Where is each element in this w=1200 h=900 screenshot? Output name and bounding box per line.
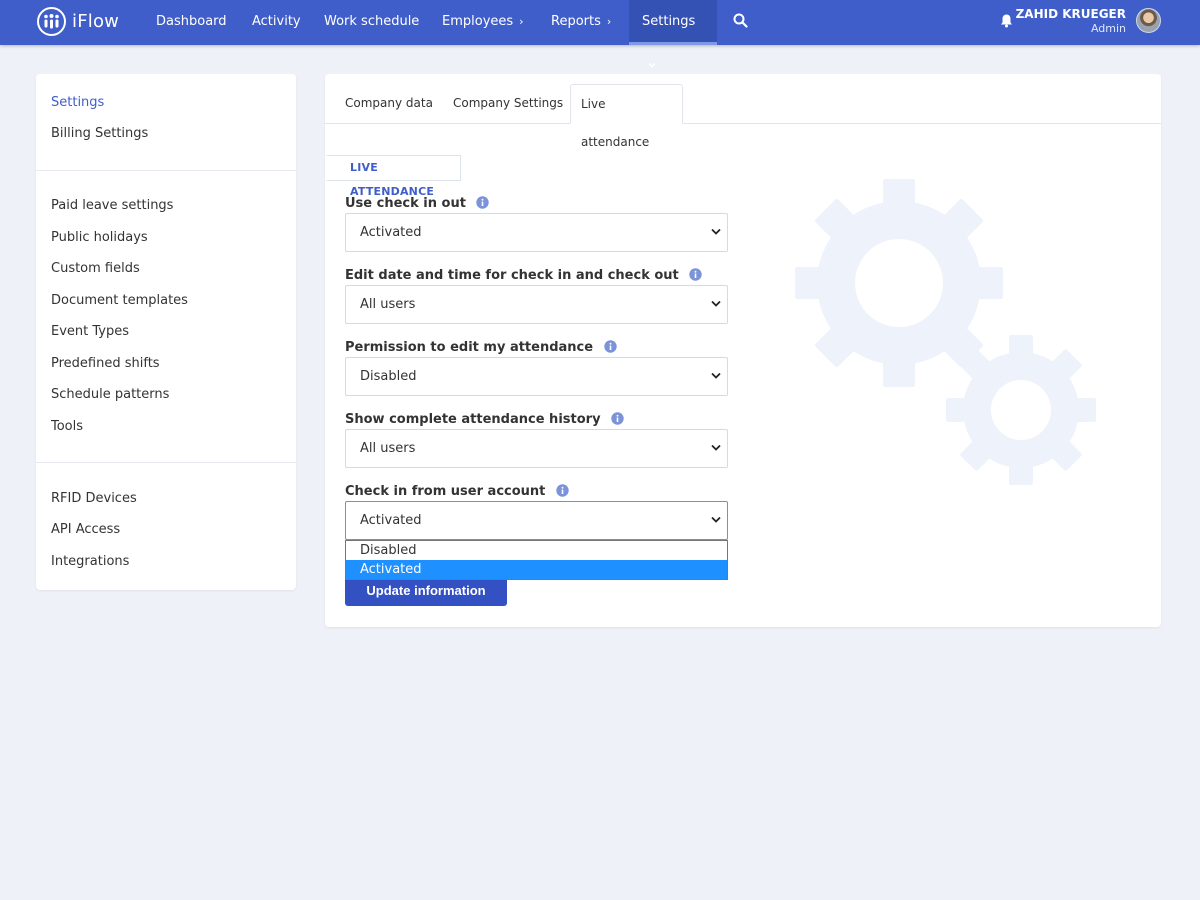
- field-label-text: Show complete attendance history: [345, 412, 601, 427]
- select-value: Activated: [360, 225, 422, 240]
- sidebar-item-schedule-patterns[interactable]: Schedule patterns: [51, 387, 169, 402]
- tab-live-attendance[interactable]: Live attendance: [570, 84, 683, 149]
- nav-settings-label: Settings: [642, 14, 696, 29]
- nav-dashboard[interactable]: Dashboard: [143, 0, 240, 45]
- logo-people-icon: [37, 7, 66, 36]
- bell-icon[interactable]: [1000, 13, 1013, 32]
- field-label-text: Edit date and time for check in and chec…: [345, 268, 679, 283]
- edit-date-time-label: Edit date and time for check in and chec…: [345, 267, 703, 283]
- info-icon[interactable]: [476, 195, 490, 209]
- sidebar-item-public-holidays[interactable]: Public holidays: [51, 230, 148, 245]
- chevron-right-icon: ›: [519, 15, 524, 28]
- use-check-in-out-select[interactable]: Activated: [345, 213, 728, 252]
- info-icon[interactable]: [603, 339, 617, 353]
- dropdown-option-activated[interactable]: Activated: [346, 560, 727, 579]
- chevron-down-icon: [711, 300, 721, 307]
- check-in-user-account-dropdown: Disabled Activated: [345, 540, 728, 580]
- nav-reports[interactable]: Reports ›: [538, 0, 624, 45]
- info-icon[interactable]: [689, 267, 703, 281]
- select-value: Activated: [360, 513, 422, 528]
- sidebar-item-api-access[interactable]: API Access: [51, 522, 120, 537]
- nav-activity-label: Activity: [252, 14, 301, 29]
- settings-sidebar: Settings Billing Settings Paid leave set…: [36, 74, 296, 590]
- dropdown-option-disabled[interactable]: Disabled: [346, 541, 727, 560]
- sidebar-item-tools[interactable]: Tools: [51, 419, 83, 434]
- top-navbar: iFlow Dashboard Activity Work schedule E…: [0, 0, 1200, 68]
- user-name[interactable]: ZAHID KRUEGER: [1016, 7, 1126, 21]
- user-role: Admin: [1090, 22, 1126, 35]
- chevron-down-icon: [711, 516, 721, 523]
- live-attendance-card: Company data Company Settings Live atten…: [325, 74, 1161, 627]
- nav-settings[interactable]: Settings: [629, 0, 717, 68]
- select-value: All users: [360, 297, 416, 312]
- sidebar-item-paid-leave-settings[interactable]: Paid leave settings: [51, 198, 173, 213]
- tab-company-data[interactable]: Company data: [335, 84, 443, 124]
- logo-text: iFlow: [72, 11, 120, 32]
- sidebar-item-settings[interactable]: Settings: [51, 95, 104, 110]
- chevron-down-icon: [711, 372, 721, 379]
- avatar[interactable]: [1136, 8, 1161, 33]
- section-label: LIVE ATTENDANCE: [325, 155, 461, 198]
- field-label-text: Check in from user account: [345, 484, 546, 499]
- info-icon[interactable]: [611, 411, 624, 425]
- sidebar-item-predefined-shifts[interactable]: Predefined shifts: [51, 356, 160, 371]
- attendance-history-select[interactable]: All users: [345, 429, 728, 468]
- sidebar-item-integrations[interactable]: Integrations: [51, 554, 129, 569]
- select-value: Disabled: [360, 369, 417, 384]
- select-value: All users: [360, 441, 416, 456]
- check-in-user-account-label: Check in from user account: [345, 483, 569, 499]
- gears-decoration-icon: [795, 179, 1096, 485]
- sidebar-item-document-templates[interactable]: Document templates: [51, 293, 188, 308]
- info-icon[interactable]: [556, 483, 569, 497]
- sidebar-item-event-types[interactable]: Event Types: [51, 324, 129, 339]
- use-check-in-out-label: Use check in out: [345, 195, 490, 211]
- chevron-down-icon: [711, 228, 721, 235]
- field-label-text: Use check in out: [345, 196, 466, 211]
- nav-employees-label: Employees: [442, 14, 514, 29]
- field-label-text: Permission to edit my attendance: [345, 340, 594, 355]
- nav-reports-label: Reports: [551, 14, 601, 29]
- nav-employees[interactable]: Employees ›: [429, 0, 537, 45]
- check-in-user-account-select[interactable]: Activated: [345, 501, 728, 540]
- app-logo[interactable]: iFlow: [37, 7, 119, 36]
- chevron-right-icon: ›: [606, 15, 612, 28]
- nav-activity[interactable]: Activity: [239, 0, 314, 45]
- sidebar-item-rfid-devices[interactable]: RFID Devices: [51, 491, 137, 506]
- sidebar-item-billing-settings[interactable]: Billing Settings: [51, 126, 148, 141]
- permission-edit-attendance-label: Permission to edit my attendance: [345, 339, 617, 355]
- tab-company-settings[interactable]: Company Settings: [443, 84, 573, 124]
- nav-dashboard-label: Dashboard: [156, 14, 227, 29]
- sidebar-item-custom-fields[interactable]: Custom fields: [51, 261, 140, 276]
- permission-edit-attendance-select[interactable]: Disabled: [345, 357, 728, 396]
- chevron-down-icon: [711, 444, 721, 451]
- attendance-history-label: Show complete attendance history: [345, 411, 624, 427]
- search-icon[interactable]: [733, 13, 748, 32]
- nav-work-schedule-label: Work schedule: [324, 14, 420, 29]
- sidebar-divider: [36, 170, 296, 171]
- sidebar-divider: [36, 462, 296, 463]
- nav-work-schedule[interactable]: Work schedule: [311, 0, 432, 45]
- edit-date-time-select[interactable]: All users: [345, 285, 728, 324]
